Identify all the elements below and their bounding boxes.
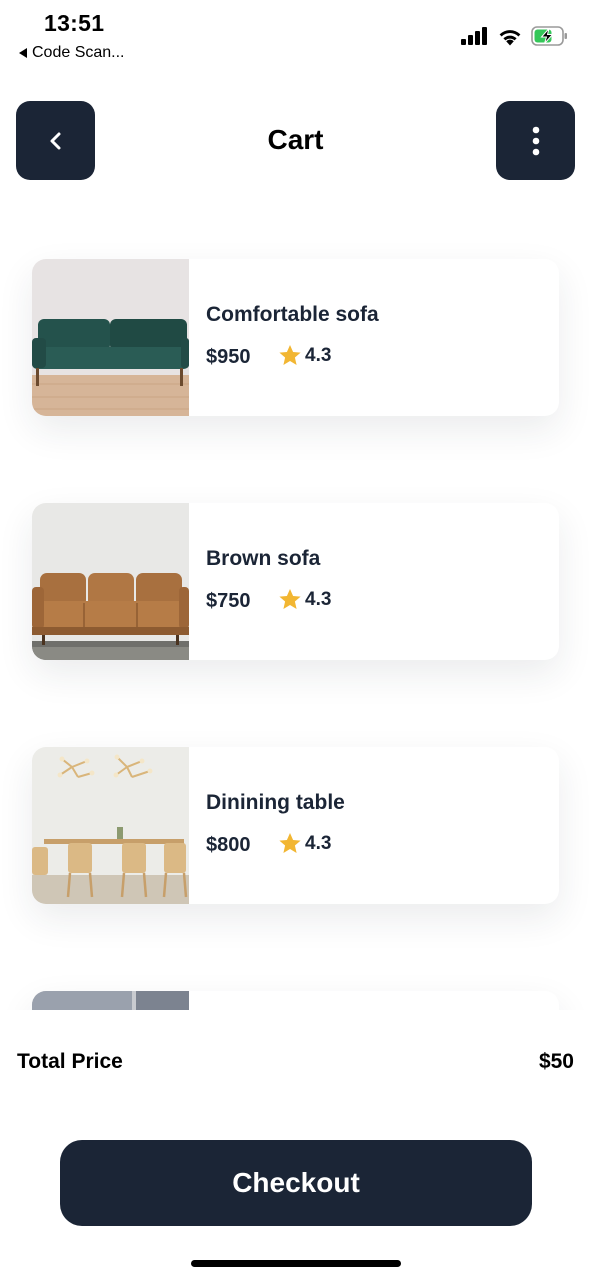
cart-item[interactable]: Dinining table $800 4.3 <box>32 747 559 904</box>
status-bar: 13:51 Code Scan... <box>0 0 591 70</box>
rating-value: 4.3 <box>305 588 332 610</box>
status-icons <box>461 26 569 46</box>
more-vertical-icon <box>532 126 539 155</box>
back-triangle-icon <box>19 48 27 58</box>
back-app-label: Code Scan... <box>32 44 125 61</box>
dining-table-image <box>32 747 189 904</box>
more-options-button[interactable] <box>496 101 575 180</box>
item-name: Brown sofa <box>206 547 321 570</box>
cart-list[interactable]: Comfortable sofa $950 4.3 Brown sofa $75… <box>0 210 591 1010</box>
wifi-icon <box>499 29 521 45</box>
battery-charging-icon <box>531 26 567 46</box>
item-rating: 4.3 <box>278 588 331 611</box>
signal-icon <box>461 27 487 45</box>
cart-item[interactable]: Comfortable sofa $950 4.3 <box>32 259 559 416</box>
partial-item-image <box>32 991 189 1010</box>
green-sofa-image <box>32 259 189 416</box>
star-icon <box>279 589 301 609</box>
checkout-button[interactable]: Checkout <box>60 1140 532 1226</box>
back-to-app-link[interactable]: Code Scan... <box>19 44 125 62</box>
star-icon <box>279 833 301 853</box>
total-price-label: Total Price <box>17 1050 123 1073</box>
item-name: Dinining table <box>206 791 345 814</box>
cart-item[interactable] <box>32 991 559 1010</box>
status-time: 13:51 <box>44 10 105 36</box>
item-price: $800 <box>206 834 251 856</box>
item-price: $750 <box>206 590 251 612</box>
item-price: $950 <box>206 346 251 368</box>
star-icon <box>279 345 301 365</box>
item-rating: 4.3 <box>278 832 331 855</box>
rating-value: 4.3 <box>305 832 332 854</box>
rating-value: 4.3 <box>305 344 332 366</box>
brown-sofa-image <box>32 503 189 660</box>
item-rating: 4.3 <box>278 344 331 367</box>
home-indicator <box>191 1260 401 1267</box>
cart-item[interactable]: Brown sofa $750 4.3 <box>32 503 559 660</box>
total-price-value: $50 <box>538 1050 574 1073</box>
item-name: Comfortable sofa <box>206 303 379 326</box>
